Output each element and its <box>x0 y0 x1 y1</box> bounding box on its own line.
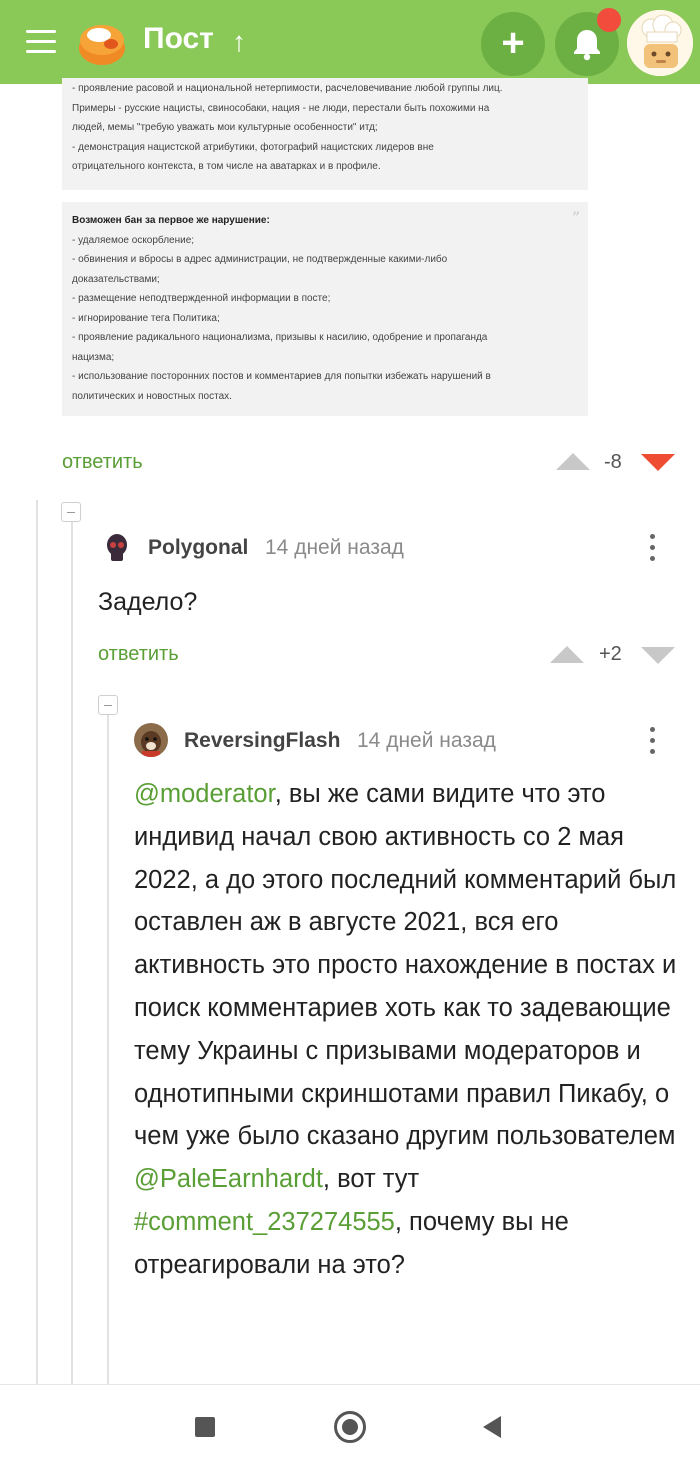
downvote-icon[interactable] <box>641 647 675 664</box>
rule-line: доказательствами; <box>72 273 160 285</box>
rule-line: Примеры - русские нацисты, свинособаки, … <box>72 102 490 114</box>
reply-button[interactable]: ответить <box>62 451 143 474</box>
comment-text: Задело? <box>98 588 198 616</box>
rule-line: - демонстрация нацистской атрибутики, фо… <box>72 141 434 153</box>
page-title: Пост <box>143 22 214 55</box>
more-options-icon[interactable] <box>648 727 656 757</box>
rule-line: людей, мемы "требую уважать мои культурн… <box>72 122 378 133</box>
rule-line: отрицательного контекста, в том числе на… <box>72 161 381 172</box>
skull-avatar-icon <box>100 531 134 565</box>
rule-line: нацизма; <box>72 351 115 363</box>
collapse-thread-button[interactable] <box>61 502 81 522</box>
scroll-up-icon[interactable]: ↑ <box>232 26 246 58</box>
rule-line: - проявление расовой и национальной нете… <box>72 83 503 94</box>
upvote-icon[interactable] <box>556 453 590 470</box>
comment-text: @moderator, вы же сами видите что это ин… <box>134 773 679 1287</box>
rule-line: политических и новостных постах. <box>72 390 232 402</box>
rule-heading: Возможен бан за первое же нарушение: <box>72 215 270 226</box>
chef-avatar-icon <box>627 10 693 76</box>
more-options-icon[interactable] <box>648 534 656 564</box>
comment-text-part: , вот тут <box>322 1165 420 1194</box>
downvote-icon[interactable] <box>641 454 675 471</box>
rules-image-block: - проявление расовой и национальной нете… <box>62 78 588 190</box>
home-icon[interactable] <box>334 1411 366 1443</box>
top-app-bar: Пост ↑ + <box>0 0 700 84</box>
comment-text-part: , вы же сами видите что это индивид нача… <box>134 780 677 1151</box>
collapse-thread-button[interactable] <box>98 695 118 715</box>
rule-line: - использование посторонних постов и ком… <box>72 371 491 382</box>
add-post-button[interactable]: + <box>481 12 545 76</box>
thread-line <box>71 522 73 1384</box>
comment-score: -8 <box>604 451 622 473</box>
avatar[interactable] <box>100 531 134 565</box>
avatar[interactable] <box>134 723 168 757</box>
quote-icon: ” <box>571 208 580 227</box>
plus-icon: + <box>501 21 525 65</box>
user-avatar[interactable] <box>627 10 693 76</box>
rule-line: - удаляемое оскорбление; <box>72 234 195 246</box>
mention-link[interactable]: @moderator <box>134 780 275 808</box>
comment-time: 14 дней назад <box>265 536 404 559</box>
pikabu-logo-icon[interactable] <box>78 18 128 66</box>
rule-line: - обвинения и вбросы в адрес администрац… <box>72 254 448 265</box>
rule-line: - размещение неподтвержденной информации… <box>72 293 331 304</box>
comment-time: 14 дней назад <box>357 729 496 752</box>
dog-avatar-icon <box>134 723 168 757</box>
system-nav-bar <box>0 1384 700 1468</box>
comment-author[interactable]: ReversingFlash <box>184 729 340 753</box>
thread-line <box>107 715 109 1384</box>
menu-icon[interactable] <box>26 30 56 54</box>
rules-image-block: ” Возможен бан за первое же нарушение: -… <box>62 202 588 416</box>
rule-line: - проявление радикального национализма, … <box>72 332 488 343</box>
upvote-icon[interactable] <box>550 646 584 663</box>
recents-icon[interactable] <box>195 1417 215 1437</box>
comment-score: +2 <box>599 643 622 665</box>
comment-link[interactable]: #comment_237274555 <box>134 1208 395 1236</box>
rule-line: - игнорирование тега Политика; <box>72 312 220 324</box>
back-icon[interactable] <box>483 1416 501 1438</box>
notification-badge <box>597 8 621 32</box>
comment-author[interactable]: Polygonal <box>148 536 248 560</box>
mention-link[interactable]: @PaleEarnhardt <box>134 1165 323 1193</box>
reply-button[interactable]: ответить <box>98 643 179 666</box>
thread-line <box>36 500 38 1384</box>
